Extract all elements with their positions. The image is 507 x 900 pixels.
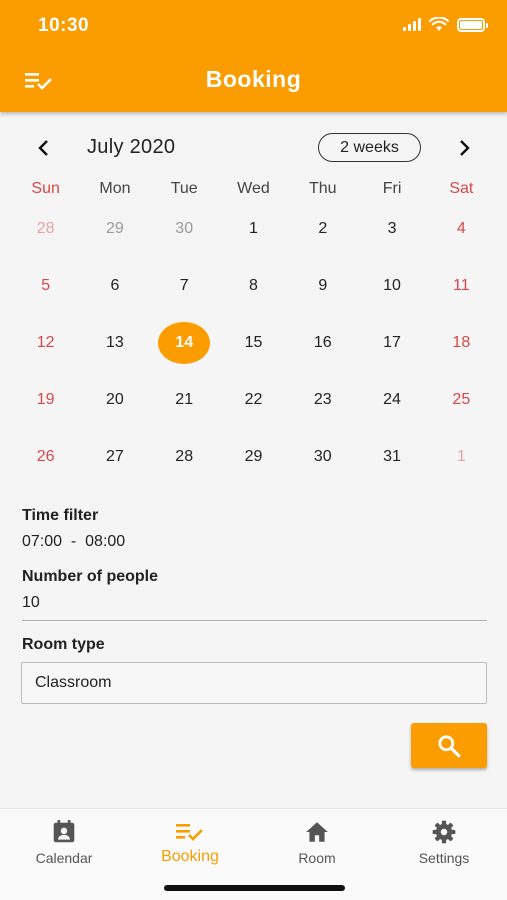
wifi-icon	[429, 17, 449, 31]
calendar-day[interactable]: 13	[80, 314, 149, 371]
calendar-day[interactable]: 31	[357, 428, 426, 485]
room-type-select[interactable]: Classroom	[21, 662, 487, 704]
calendar-day[interactable]: 6	[80, 257, 149, 314]
weekday-label: Sat	[449, 180, 474, 197]
calendar-day[interactable]: 28	[11, 200, 80, 257]
calendar-day[interactable]: 17	[357, 314, 426, 371]
nav-item-settings[interactable]: Settings	[381, 819, 507, 866]
calendar-day[interactable]: 26	[11, 428, 80, 485]
calendar-day[interactable]: 2	[288, 200, 357, 257]
people-label: Number of people	[22, 568, 159, 585]
app-bar: 10:30 Booking	[0, 0, 507, 112]
calendar-day[interactable]: 23	[288, 371, 357, 428]
nav-item-booking[interactable]: Booking	[127, 819, 253, 866]
calendar-week: 19 20 21 22 23 24 25	[11, 371, 496, 428]
chevron-left-icon[interactable]	[32, 136, 56, 160]
status-icons	[403, 17, 488, 32]
nav-item-room[interactable]: Room	[254, 819, 380, 866]
calendar-day[interactable]: 10	[357, 257, 426, 314]
time-filter-value[interactable]: 07:00 - 08:00	[22, 533, 125, 551]
weekday-label: Fri	[382, 180, 402, 197]
nav-item-calendar[interactable]: Calendar	[1, 819, 127, 866]
weekday-header: Sun Mon Tue Wed Thu Fri Sat	[11, 180, 496, 198]
nav-label: Room	[298, 850, 336, 866]
chevron-right-icon[interactable]	[452, 136, 476, 160]
calendar-week: 28 29 30 1 2 3 4	[11, 200, 496, 257]
weekday-label: Wed	[237, 180, 270, 197]
nav-label: Calendar	[35, 850, 93, 866]
calendar-icon	[53, 820, 75, 843]
calendar-day[interactable]: 28	[150, 428, 219, 485]
search-button[interactable]	[411, 723, 487, 768]
calendar-day[interactable]: 12	[11, 314, 80, 371]
home-indicator	[164, 885, 345, 891]
calendar-day[interactable]: 18	[427, 314, 496, 371]
people-input[interactable]: 10	[22, 594, 40, 612]
calendar-day[interactable]: 5	[11, 257, 80, 314]
weekday-label: Tue	[170, 180, 198, 197]
calendar-day[interactable]: 16	[288, 314, 357, 371]
calendar-day[interactable]: 15	[219, 314, 288, 371]
calendar-day[interactable]: 11	[427, 257, 496, 314]
calendar-day[interactable]: 21	[150, 371, 219, 428]
weekday-label: Sun	[31, 180, 60, 197]
people-input-underline	[22, 620, 487, 621]
calendar-header: July 2020 2 weeks	[0, 128, 507, 168]
calendar-week: 5 6 7 8 9 10 11	[11, 257, 496, 314]
calendar-day[interactable]: 20	[80, 371, 149, 428]
search-icon	[438, 734, 461, 757]
weekday-label: Mon	[99, 180, 131, 197]
room-type-label: Room type	[22, 636, 105, 653]
calendar-day[interactable]: 4	[427, 200, 496, 257]
calendar-day[interactable]: 19	[11, 371, 80, 428]
calendar-day[interactable]: 7	[150, 257, 219, 314]
weekday-label: Thu	[308, 180, 337, 197]
page-title: Booking	[205, 66, 302, 92]
calendar-grid: 28 29 30 1 2 3 4 5 6 7 8 9 10 11 12 13 1…	[11, 200, 496, 485]
nav-label: Booking	[161, 848, 219, 865]
booking-icon	[176, 824, 203, 841]
calendar-day[interactable]: 1	[427, 428, 496, 485]
calendar-day[interactable]: 22	[219, 371, 288, 428]
calendar-day[interactable]: 30	[150, 200, 219, 257]
calendar-day[interactable]: 27	[80, 428, 149, 485]
format-toggle-button[interactable]: 2 weeks	[318, 133, 421, 162]
calendar-week: 26 27 28 29 30 31 1	[11, 428, 496, 485]
calendar-day[interactable]: 3	[357, 200, 426, 257]
calendar-day[interactable]: 29	[219, 428, 288, 485]
calendar-day[interactable]: 8	[219, 257, 288, 314]
home-icon	[306, 822, 328, 842]
calendar-day-selected[interactable]: 14	[150, 314, 219, 371]
gear-icon	[432, 820, 456, 844]
status-time: 10:30	[38, 15, 90, 36]
calendar-day[interactable]: 24	[357, 371, 426, 428]
calendar-day[interactable]: 25	[427, 371, 496, 428]
calendar-day[interactable]: 1	[219, 200, 288, 257]
time-filter-label: Time filter	[22, 507, 99, 524]
month-label: July 2020	[87, 136, 176, 158]
room-type-value: Classroom	[35, 674, 112, 691]
signal-icon	[403, 18, 421, 31]
calendar-day[interactable]: 9	[288, 257, 357, 314]
calendar-week: 12 13 14 15 16 17 18	[11, 314, 496, 371]
calendar-day-number: 14	[175, 333, 194, 351]
calendar-day[interactable]: 29	[80, 200, 149, 257]
battery-icon	[457, 17, 488, 32]
nav-label: Settings	[418, 850, 470, 866]
calendar-day[interactable]: 30	[288, 428, 357, 485]
